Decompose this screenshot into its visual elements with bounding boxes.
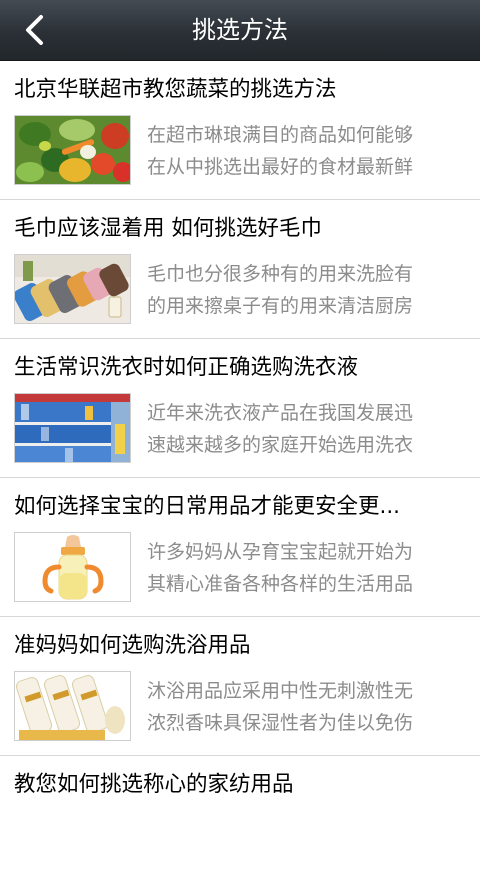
summary-line: 沐浴用品应采用中性无刺激性无 — [147, 680, 414, 702]
vegetables-image — [14, 115, 131, 185]
app-header: 挑选方法 — [0, 0, 480, 61]
summary-line: 浓烈香味具保湿性者为佳以免伤 — [147, 712, 414, 734]
article-title: 准妈妈如何选购洗浴用品 — [14, 633, 251, 658]
list-item[interactable]: 教您如何挑选称心的家纺用品 — [0, 756, 480, 894]
summary-line: 速越来越多的家庭开始选用洗衣 — [147, 434, 414, 456]
article-summary: 毛巾也分很多种有的用来洗脸有 的用来擦桌子有的用来清洁厨房 — [147, 258, 462, 322]
summary-line: 许多妈妈从孕育宝宝起就开始为 — [147, 541, 414, 563]
article-summary: 许多妈妈从孕育宝宝起就开始为 其精心准备各种各样的生活用品 — [147, 536, 462, 600]
baby-bottle-image — [14, 532, 131, 602]
article-summary: 沐浴用品应采用中性无刺激性无 浓烈香味具保湿性者为佳以免伤 — [147, 675, 462, 739]
bath-products-image — [14, 671, 131, 741]
article-title: 生活常识洗衣时如何正确选购洗衣液 — [14, 355, 359, 380]
summary-line: 在从中挑选出最好的食材最新鲜 — [147, 156, 414, 178]
list-item[interactable]: 北京华联超市教您蔬菜的挑选方法 在超市琳琅满目的商品如何能够 在从中挑选出最好的… — [0, 61, 480, 200]
back-button[interactable] — [14, 10, 58, 50]
summary-line: 毛巾也分很多种有的用来洗脸有 — [147, 263, 414, 285]
article-summary: 近年来洗衣液产品在我国发展迅 速越来越多的家庭开始选用洗衣 — [147, 397, 462, 461]
article-title: 教您如何挑选称心的家纺用品 — [14, 772, 294, 797]
detergent-shelf-image — [14, 393, 131, 463]
chevron-left-icon — [26, 15, 43, 45]
article-title: 北京华联超市教您蔬菜的挑选方法 — [14, 77, 337, 102]
article-summary: 在超市琳琅满目的商品如何能够 在从中挑选出最好的食材最新鲜 — [147, 119, 462, 183]
article-title: 如何选择宝宝的日常用品才能更安全更... — [14, 494, 401, 519]
summary-line: 其精心准备各种各样的生活用品 — [147, 573, 414, 595]
list-item[interactable]: 毛巾应该湿着用 如何挑选好毛巾 毛巾也分很多种有的用来洗脸有 的用来擦桌子有的用… — [0, 200, 480, 339]
summary-line: 在超市琳琅满目的商品如何能够 — [147, 124, 414, 146]
list-item[interactable]: 生活常识洗衣时如何正确选购洗衣液 近年来洗衣液产品在我国发展迅 速越来越多的家庭… — [0, 339, 480, 478]
article-title: 毛巾应该湿着用 如何挑选好毛巾 — [14, 216, 322, 241]
article-list: 北京华联超市教您蔬菜的挑选方法 在超市琳琅满目的商品如何能够 在从中挑选出最好的… — [0, 61, 480, 894]
summary-line: 的用来擦桌子有的用来清洁厨房 — [147, 295, 414, 317]
list-item[interactable]: 如何选择宝宝的日常用品才能更安全更... 许多妈妈从孕育宝宝起就开始为 其精心准… — [0, 478, 480, 617]
towels-image — [14, 254, 131, 324]
summary-line: 近年来洗衣液产品在我国发展迅 — [147, 402, 414, 424]
list-item[interactable]: 准妈妈如何选购洗浴用品 沐浴用品应采用中性无刺激性无 浓烈香味具保湿性者为佳以免… — [0, 617, 480, 756]
page-title: 挑选方法 — [192, 16, 288, 44]
